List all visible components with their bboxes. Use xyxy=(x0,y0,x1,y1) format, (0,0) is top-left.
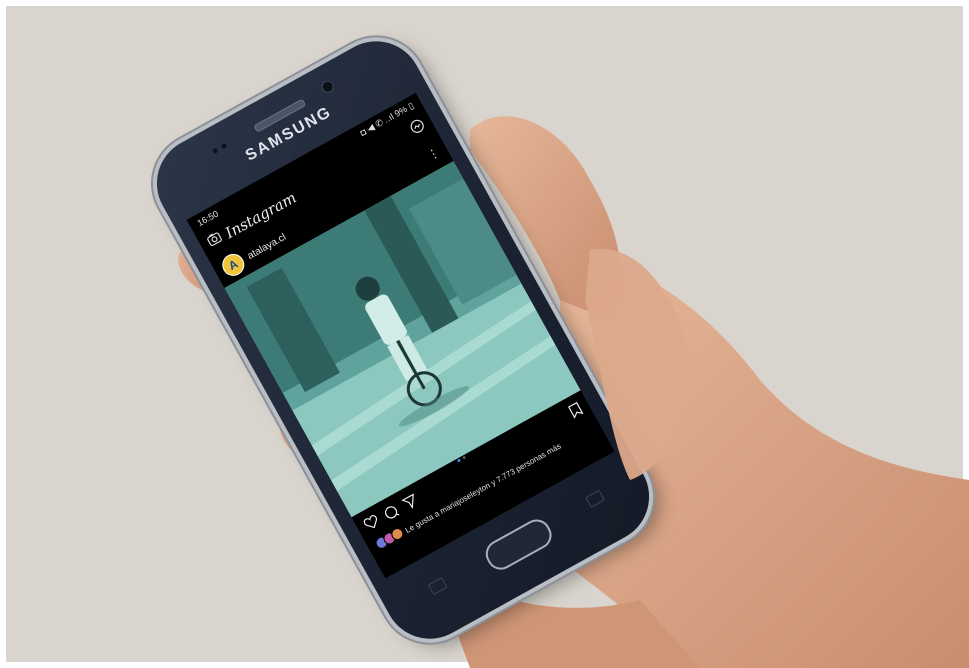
recent-apps-key[interactable] xyxy=(427,576,448,596)
front-camera xyxy=(319,78,336,95)
avatar[interactable]: A xyxy=(218,249,249,280)
smartphone: SAMSUNG 16:50 ◘ ◀ ✆ ..ıl 9% ▯ Instagram … xyxy=(140,24,666,656)
more-vertical-icon[interactable]: ⋮ xyxy=(425,145,442,163)
back-key[interactable] xyxy=(585,489,605,508)
messenger-icon[interactable] xyxy=(407,116,428,139)
heart-icon[interactable] xyxy=(362,514,383,537)
home-button[interactable] xyxy=(480,514,557,575)
bookmark-icon[interactable] xyxy=(567,401,587,423)
sensor-dot xyxy=(211,147,219,155)
avatar-letter: A xyxy=(226,256,241,274)
comment-icon[interactable] xyxy=(381,502,402,525)
send-icon[interactable] xyxy=(400,492,422,515)
sensor-dot xyxy=(220,142,228,150)
camera-icon[interactable] xyxy=(205,229,226,252)
